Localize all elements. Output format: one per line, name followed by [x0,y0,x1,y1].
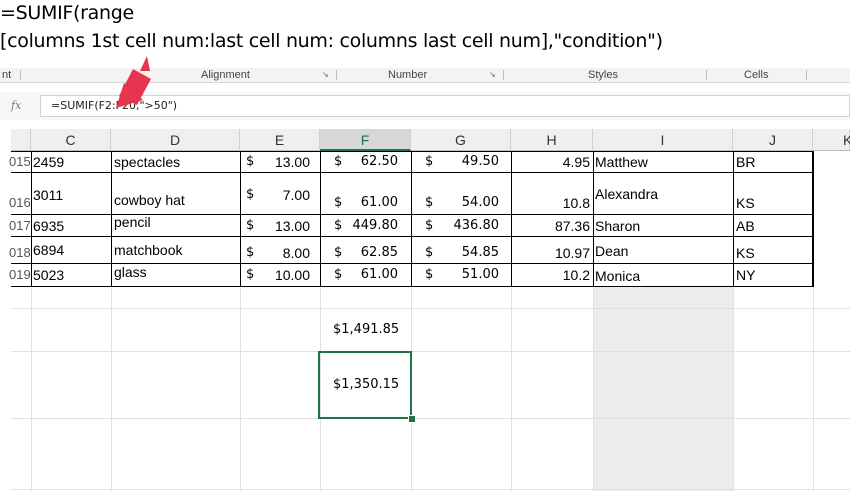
cell-d[interactable]: glass [114,264,147,280]
row-number[interactable]: 018 [9,245,31,261]
column-header-h[interactable]: H [511,129,593,151]
cell-f[interactable]: 61.00 [340,267,398,283]
row-number[interactable]: 015 [9,154,31,170]
cell-j[interactable]: NY [736,267,755,283]
ribbon-separator [336,70,337,80]
sumif-result-cell[interactable]: $1,350.15 [333,377,399,392]
ribbon-group-styles: Styles [588,69,618,81]
column-header-d[interactable]: D [111,129,240,151]
cell-h[interactable]: 4.95 [513,154,590,170]
total-sum-cell[interactable]: $1,491.85 [333,322,399,337]
cell-f[interactable]: 61.00 [340,195,398,211]
cell-c[interactable]: 6894 [33,242,64,258]
column-header-g[interactable]: G [411,129,511,151]
column-header-k[interactable]: K [813,129,850,151]
cell-d[interactable]: spectacles [114,154,180,170]
column-i-fill [593,287,733,491]
ribbon-group-number: Number [388,69,428,81]
cell-e[interactable]: 13.00 [250,218,310,234]
cell-d[interactable]: cowboy hat [114,192,185,208]
cell-h[interactable]: 10.97 [513,245,590,261]
number-launcher-icon[interactable]: ↘ [489,68,496,82]
cell-g[interactable]: 49.50 [430,154,499,170]
cell-e[interactable]: 7.00 [250,187,310,203]
cell-e[interactable]: 8.00 [250,245,310,261]
cell-f[interactable]: 62.85 [340,245,398,261]
ribbon-group-font: nt [2,69,12,81]
ribbon-group-alignment: Alignment [201,69,250,81]
cell-e[interactable]: 10.00 [250,267,310,283]
cell-h[interactable]: 87.36 [513,218,590,234]
ribbon-group-cells: Cells [744,69,769,81]
row-number[interactable]: 017 [9,218,31,234]
ribbon-separator [503,70,504,80]
row-number[interactable]: 016 [9,195,31,211]
cell-i[interactable]: Dean [595,243,628,259]
column-header-e[interactable]: E [240,129,320,151]
cell-h[interactable]: 10.2 [513,267,590,283]
fx-icon[interactable]: fx [11,99,21,112]
cell-h[interactable]: 10.8 [513,195,590,211]
cell-g[interactable]: 54.85 [430,245,499,261]
cell-c[interactable]: 2459 [33,154,64,170]
column-header-f[interactable]: F [320,129,411,151]
row-number[interactable]: 019 [9,267,31,283]
cell-c[interactable]: 6935 [33,218,64,234]
column-header-j[interactable]: J [733,129,813,151]
ribbon-separator [706,70,707,80]
cell-i[interactable]: Alexandra [595,186,658,202]
cell-c[interactable]: 3011 [33,187,63,203]
ribbon-group-labels: nt Alignment ↘ Number ↘ Styles Cells [0,68,850,83]
cell-f[interactable]: 449.80 [340,218,399,234]
cell-i[interactable]: Matthew [595,154,648,170]
cell-d[interactable]: pencil [114,214,151,230]
alignment-launcher-icon[interactable]: ↘ [322,68,329,82]
cell-j[interactable]: KS [736,195,755,211]
column-header-i[interactable]: I [593,129,733,151]
cell-i[interactable]: Monica [595,268,640,284]
cell-d[interactable]: matchbook [114,242,182,258]
cell-g[interactable]: 51.00 [430,267,499,283]
cell-i[interactable]: Sharon [595,218,640,234]
fill-handle[interactable] [408,415,416,423]
cell-f[interactable]: 62.50 [340,154,398,170]
column-header-c[interactable]: C [31,129,111,151]
cell-j[interactable]: KS [736,245,755,261]
annotation-line-2: [columns 1st cell num:last cell num: col… [0,30,663,52]
cell-e[interactable]: 13.00 [250,154,310,170]
cell-c[interactable]: 5023 [33,267,64,283]
cell-j[interactable]: AB [736,218,755,234]
formula-text[interactable]: =SUMIF(F2:F20,">50") [51,99,177,112]
cell-g[interactable]: 54.00 [430,195,499,211]
ribbon-separator [806,70,807,80]
annotation-line-1: =SUMIF(range [0,2,134,24]
cell-g[interactable]: 436.80 [430,218,500,234]
column-header-prev[interactable] [11,129,31,151]
ribbon-separator [20,70,21,80]
cell-j[interactable]: BR [736,154,755,170]
